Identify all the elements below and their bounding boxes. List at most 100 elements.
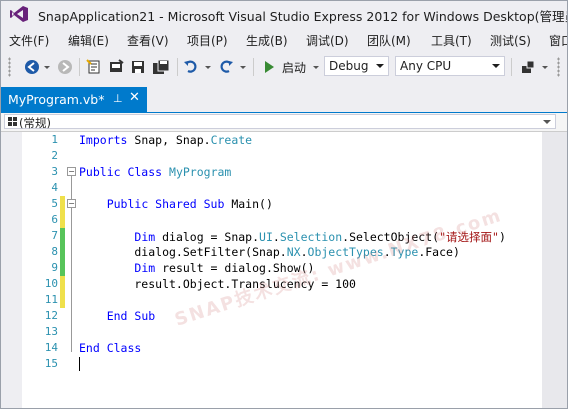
code-line: 14 End Class <box>22 340 542 356</box>
line-number: 1 <box>51 133 58 146</box>
navigation-bar: (常规) <box>1 113 567 132</box>
types-select[interactable]: (常规) <box>4 114 556 130</box>
code-text: End Class <box>79 341 142 355</box>
title-bar: SnapApplication21 - Microsoft Visual Stu… <box>1 1 567 27</box>
visual-studio-logo-icon <box>10 6 28 22</box>
code-line: 4 <box>22 180 542 196</box>
line-number: 7 <box>51 229 58 242</box>
code-text: dialog.SetFilter(Snap.NX.ObjectTypes.Typ… <box>79 245 460 259</box>
undo-icon <box>184 60 197 73</box>
types-select-value: (常规) <box>19 116 51 130</box>
collapse-icon[interactable]: − <box>67 167 76 176</box>
line-number: 12 <box>44 309 58 322</box>
document-tab-strip: MyProgram.vb* ⊥ ✕ <box>1 87 567 114</box>
vertical-scrollbar[interactable] <box>542 132 567 408</box>
start-label[interactable]: 启动 <box>282 59 306 76</box>
text-caret <box>79 357 80 371</box>
code-line: 15 <box>22 356 542 372</box>
toolbar-separator <box>79 58 80 76</box>
code-text: End Sub <box>106 309 156 323</box>
code-line: 12 End Sub <box>22 308 542 324</box>
open-file-button[interactable] <box>107 57 125 77</box>
find-in-files-button[interactable] <box>519 57 537 77</box>
save-all-button[interactable] <box>151 57 171 77</box>
redo-button[interactable] <box>217 57 235 77</box>
redo-dropdown-icon[interactable] <box>240 66 246 69</box>
change-marker-unsaved <box>60 292 65 308</box>
toolbar-separator <box>511 58 512 76</box>
line-number: 9 <box>51 261 58 274</box>
menu-view[interactable]: 查看(V) <box>127 32 169 49</box>
menu-debug[interactable]: 调试(D) <box>306 32 349 49</box>
line-number: 10 <box>44 277 58 290</box>
line-number: 5 <box>51 197 58 210</box>
change-marker-saved <box>60 228 65 244</box>
menu-edit[interactable]: 编辑(E) <box>68 32 109 49</box>
start-button[interactable] <box>263 57 275 77</box>
save-icon <box>132 61 144 73</box>
code-text: Public Shared Sub Main() <box>106 197 273 211</box>
line-number: 15 <box>44 357 58 370</box>
window-title: SnapApplication21 - Microsoft Visual Stu… <box>38 9 568 24</box>
undo-dropdown-icon[interactable] <box>205 66 211 69</box>
chevron-down-icon <box>376 64 384 68</box>
start-dropdown-icon[interactable] <box>313 66 319 69</box>
code-line: 9 Dim result = dialog.Show() <box>22 260 542 276</box>
change-marker-unsaved <box>60 276 65 292</box>
vs-window: SnapApplication21 - Microsoft Visual Stu… <box>0 0 568 409</box>
pin-icon[interactable]: ⊥ <box>113 92 123 105</box>
code-line: 13 <box>22 324 542 340</box>
menu-team[interactable]: 团队(M) <box>367 32 411 49</box>
tab-myprogram-vb[interactable]: MyProgram.vb* ⊥ ✕ <box>1 87 147 112</box>
line-number: 3 <box>51 165 58 178</box>
configuration-value: Debug <box>329 59 369 73</box>
toolbar-overflow-icon[interactable] <box>542 66 548 69</box>
standard-toolbar: 启动 Debug Any CPU <box>1 53 567 81</box>
collapse-icon[interactable]: − <box>67 199 76 208</box>
play-icon <box>265 61 274 73</box>
close-icon[interactable]: ✕ <box>129 90 140 105</box>
code-text: Dim dialog = Snap.UI.Selection.SelectObj… <box>134 230 506 244</box>
menu-bar: 文件(F) 编辑(E) 查看(V) 项目(P) 生成(B) 调试(D) 团队(M… <box>1 30 567 50</box>
code-editor[interactable]: 1 Imports Snap, Snap.Create 2 3 − Public… <box>1 132 567 408</box>
back-arrow-icon <box>25 60 39 74</box>
chevron-down-icon <box>543 120 551 124</box>
solution-configuration-select[interactable]: Debug <box>324 56 389 76</box>
line-number: 14 <box>44 341 58 354</box>
menu-window[interactable]: 窗口 <box>549 32 567 49</box>
platform-value: Any CPU <box>400 59 452 73</box>
back-button[interactable] <box>23 57 41 77</box>
menu-test[interactable]: 测试(S) <box>490 32 531 49</box>
code-line: 2 <box>22 148 542 164</box>
line-number: 11 <box>44 293 58 306</box>
code-line: 7 Dim dialog = Snap.UI.Selection.SelectO… <box>22 228 542 244</box>
forward-arrow-icon <box>58 60 72 74</box>
forward-button[interactable] <box>56 57 74 77</box>
code-line: 11 <box>22 292 542 308</box>
menu-project[interactable]: 项目(P) <box>187 32 228 49</box>
change-marker-saved <box>60 260 65 276</box>
save-button[interactable] <box>129 57 147 77</box>
line-number: 6 <box>51 213 58 226</box>
menu-build[interactable]: 生成(B) <box>246 32 288 49</box>
new-project-button[interactable] <box>85 57 103 77</box>
code-line: 1 Imports Snap, Snap.Create <box>22 132 542 148</box>
toolbar-grip[interactable] <box>8 57 11 77</box>
code-line: 8 dialog.SetFilter(Snap.NX.ObjectTypes.T… <box>22 244 542 260</box>
redo-icon <box>220 60 233 73</box>
menu-file[interactable]: 文件(F) <box>9 32 49 49</box>
class-icon <box>8 117 17 126</box>
line-number: 4 <box>51 181 58 194</box>
change-marker-unsaved <box>60 196 65 212</box>
toolbar-grip[interactable] <box>557 57 560 77</box>
undo-button[interactable] <box>182 57 200 77</box>
back-dropdown-icon[interactable] <box>44 66 50 69</box>
chevron-down-icon <box>492 64 500 68</box>
change-marker-unsaved <box>60 212 65 228</box>
code-text: Public Class MyProgram <box>79 165 232 179</box>
solution-platform-select[interactable]: Any CPU <box>395 56 505 76</box>
tab-label: MyProgram.vb* <box>8 92 105 107</box>
code-line: 5 − Public Shared Sub Main() <box>22 196 542 212</box>
menu-tools[interactable]: 工具(T) <box>431 32 472 49</box>
open-folder-icon <box>110 59 124 72</box>
